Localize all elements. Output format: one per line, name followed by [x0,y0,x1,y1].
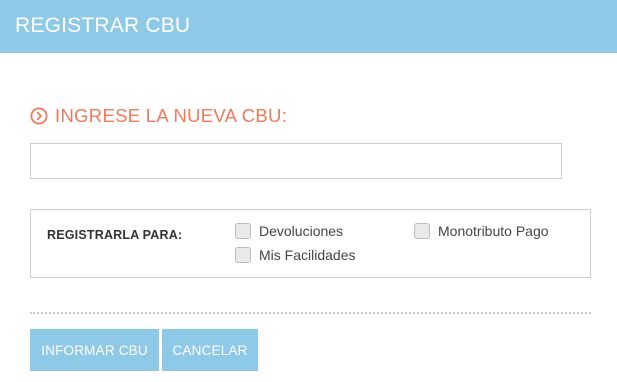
cancel-button[interactable]: CANCELAR [162,329,258,371]
option-monotributo-pago[interactable]: Monotributo Pago [414,223,549,239]
option-mis-facilidades[interactable]: Mis Facilidades [235,247,355,263]
mis-facilidades-checkbox[interactable] [235,247,251,263]
dotted-divider [30,312,591,314]
monotributo-pago-label: Monotributo Pago [438,223,549,239]
devoluciones-checkbox[interactable] [235,223,251,239]
dialog-header: REGISTRAR CBU [0,0,617,53]
section-title: INGRESE LA NUEVA CBU: [30,105,287,127]
option-devoluciones[interactable]: Devoluciones [235,223,343,239]
section-title-text: INGRESE LA NUEVA CBU: [55,105,288,126]
dialog-title: REGISTRAR CBU [15,14,191,37]
cbu-input[interactable] [30,143,562,179]
informar-cbu-button[interactable]: INFORMAR CBU [30,329,159,371]
mis-facilidades-label: Mis Facilidades [259,247,356,263]
register-for-label: REGISTRARLA PARA: [47,228,183,242]
chevron-right-circle-icon [30,107,48,125]
register-for-box: REGISTRARLA PARA: Devoluciones Mis Facil… [30,209,591,278]
devoluciones-label: Devoluciones [259,223,344,239]
monotributo-pago-checkbox[interactable] [414,223,430,239]
